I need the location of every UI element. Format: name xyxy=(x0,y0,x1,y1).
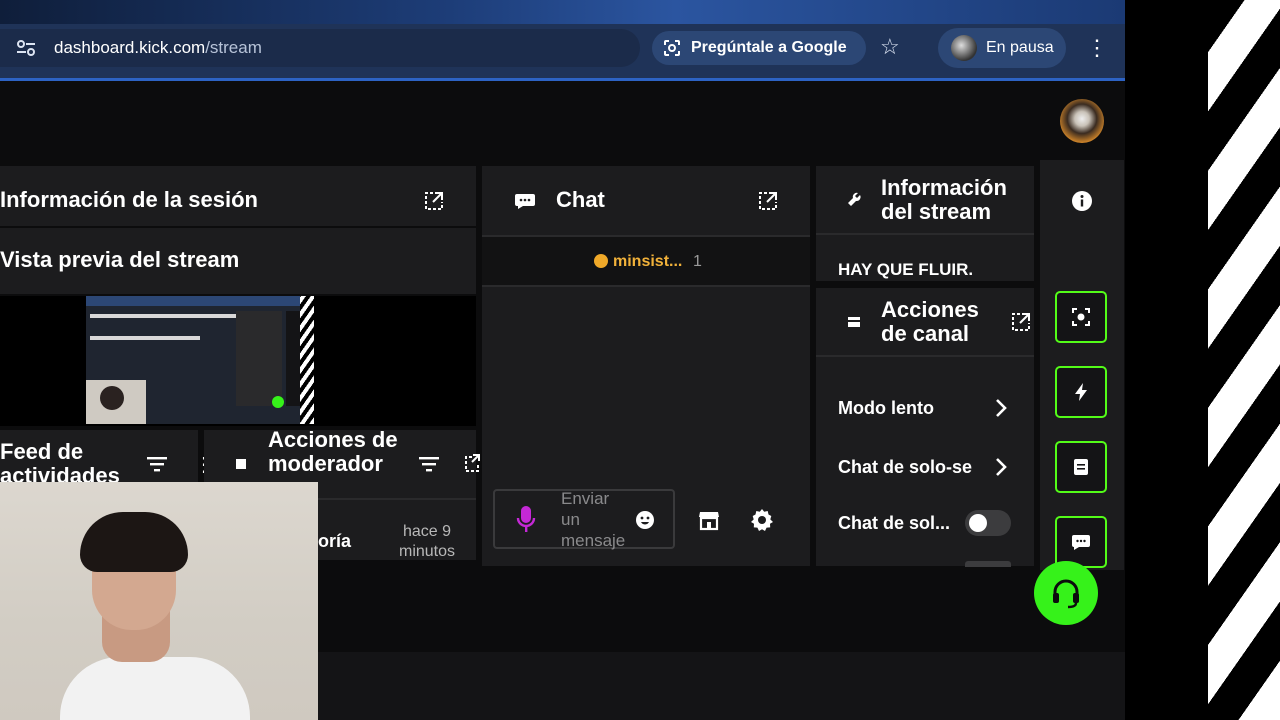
chevron-right-icon[interactable] xyxy=(994,397,1008,419)
followers-only-chat-item[interactable]: Chat de solo-se xyxy=(838,456,972,478)
session-info-title: Información de la sesión xyxy=(0,187,258,212)
screenshot-icon xyxy=(1072,308,1090,326)
moderator-badge-icon xyxy=(594,254,608,268)
wrench-icon xyxy=(848,192,861,206)
chat-title: Chat xyxy=(556,187,605,212)
slow-mode-item[interactable]: Modo lento xyxy=(838,397,934,419)
stream-title-text[interactable]: HAY QUE FLUIR. xyxy=(838,260,973,280)
filter-icon[interactable] xyxy=(418,455,440,473)
stream-preview-thumbnail xyxy=(86,296,314,424)
webcam-hair xyxy=(80,512,188,572)
user-avatar[interactable] xyxy=(1060,99,1104,143)
divider xyxy=(816,233,1034,235)
url-path: /stream xyxy=(205,38,262,57)
browser-tab-strip xyxy=(0,0,1125,24)
background-gap xyxy=(1125,0,1208,720)
info-icon[interactable] xyxy=(1071,190,1093,212)
activity-feed-title: Feed de actividades xyxy=(0,439,120,488)
url-text[interactable]: dashboard.kick.com/stream xyxy=(54,36,262,60)
lightning-icon xyxy=(1075,383,1087,401)
popout-icon[interactable] xyxy=(423,190,445,212)
quick-actions-column xyxy=(1040,160,1124,570)
document-icon xyxy=(1074,459,1088,475)
webcam-overlay xyxy=(0,482,318,720)
profile-avatar xyxy=(951,35,977,61)
channel-actions-title: Acciones de canal xyxy=(881,297,979,346)
chevron-right-icon[interactable] xyxy=(994,456,1008,478)
popout-icon[interactable] xyxy=(464,453,480,473)
url-host: dashboard.kick.com xyxy=(54,38,206,57)
profile-status: En pausa xyxy=(986,39,1054,56)
filter-icon[interactable] xyxy=(146,455,168,473)
stream-info-title: Información del stream xyxy=(881,175,1007,224)
mod-actions-icon xyxy=(236,459,246,469)
site-info-icon[interactable] xyxy=(14,36,38,60)
feed-item-time: hace 9 minutos xyxy=(398,523,456,560)
microphone-icon[interactable] xyxy=(515,504,537,534)
webcam-shirt xyxy=(60,657,250,720)
headset-icon xyxy=(1053,579,1079,609)
stream-preview-title: Vista previa del stream xyxy=(0,247,240,272)
divider xyxy=(816,355,1034,357)
ask-google-label: Pregúntale a Google xyxy=(691,39,847,56)
popout-icon[interactable] xyxy=(1010,311,1032,333)
mod-actions-title: Acciones de moderador xyxy=(268,427,398,476)
notes-button[interactable] xyxy=(1055,441,1107,493)
chat-input-placeholder: Enviar un mensaje xyxy=(561,489,626,550)
chat-bubble-icon xyxy=(515,194,535,209)
google-lens-icon xyxy=(664,40,680,56)
feed-item-label: oría xyxy=(318,531,352,551)
pinned-count: 1 xyxy=(693,253,702,270)
toggle-knob xyxy=(969,514,987,532)
channel-actions-icon xyxy=(848,317,860,327)
chat-bubble-icon xyxy=(1072,535,1090,550)
bookmark-star-icon[interactable]: ☆ xyxy=(880,34,900,60)
popout-icon[interactable] xyxy=(757,190,779,212)
support-button[interactable] xyxy=(1034,561,1098,625)
store-icon[interactable] xyxy=(697,508,721,532)
striped-border xyxy=(1208,0,1280,720)
raid-button[interactable] xyxy=(1055,366,1107,418)
emoji-icon[interactable] xyxy=(635,510,655,530)
clip-button[interactable] xyxy=(1055,291,1107,343)
divider xyxy=(482,285,810,287)
settings-gear-icon[interactable] xyxy=(750,508,774,532)
next-toggle-partial xyxy=(965,561,1011,567)
pinned-username[interactable]: minsist... xyxy=(613,252,682,272)
browser-menu-icon[interactable]: ⋮ xyxy=(1086,35,1108,61)
subscribers-only-chat-item: Chat de sol... xyxy=(838,513,951,533)
